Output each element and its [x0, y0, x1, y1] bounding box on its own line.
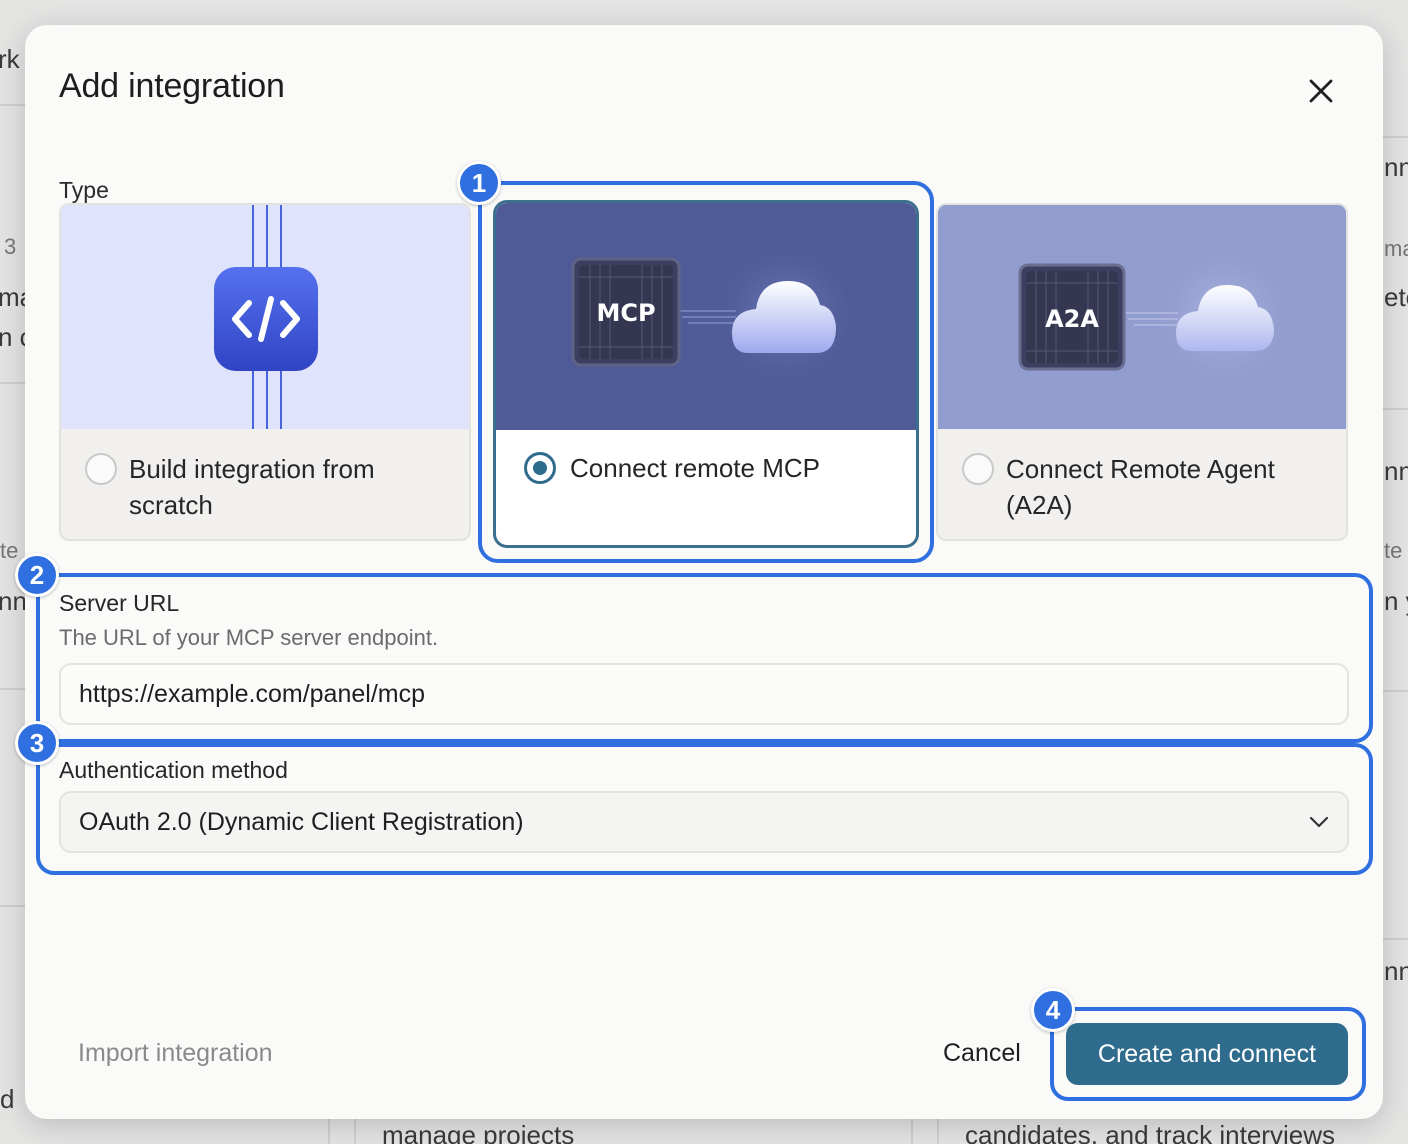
bg-divider: [937, 1119, 939, 1144]
bg-text: n y: [1384, 586, 1408, 616]
bg-divider: [911, 1119, 913, 1144]
add-integration-dialog: Add integration Type Build integration f…: [15, 25, 1383, 1119]
callout-badge-1: 1: [457, 161, 501, 205]
card-body: Connect Remote Agent (A2A): [938, 429, 1346, 539]
bg-text: ete: [1384, 282, 1408, 312]
bg-text: d: [0, 1084, 15, 1114]
bg-text: te: [1384, 538, 1403, 563]
server-url-label: Server URL: [59, 590, 180, 616]
bg-divider: [1383, 408, 1408, 410]
bg-text: te: [0, 538, 19, 563]
chevron-down-icon: [1309, 816, 1329, 828]
bg-text: 3: [4, 234, 17, 259]
radio-scratch[interactable]: [85, 453, 117, 485]
server-url-input[interactable]: [59, 663, 1349, 725]
auth-method-select[interactable]: OAuth 2.0 (Dynamic Client Registration): [59, 791, 1349, 853]
bg-text: nn: [1384, 956, 1408, 986]
bg-divider: [1383, 136, 1408, 138]
scratch-illustration: [61, 205, 469, 429]
card-body: Connect remote MCP: [496, 430, 916, 545]
type-card-scratch[interactable]: Build integration from scratch: [59, 203, 471, 541]
mcp-illustration: MCP: [496, 203, 916, 430]
bg-text: nn: [1384, 456, 1408, 486]
bg-text: candidates, and track interviews: [965, 1120, 1335, 1144]
callout-badge-2: 2: [15, 553, 59, 597]
type-card-mcp[interactable]: MCP Connect remote MCP: [493, 200, 919, 548]
card-label: Build integration from scratch: [129, 454, 375, 520]
auth-method-value: OAuth 2.0 (Dynamic Client Registration): [79, 807, 524, 836]
bg-divider: [0, 905, 25, 907]
bg-divider: [0, 104, 25, 106]
server-url-help: The URL of your MCP server endpoint.: [59, 625, 439, 650]
cancel-button[interactable]: Cancel: [931, 1025, 1033, 1081]
dialog-title: Add integration: [59, 67, 285, 105]
bg-divider: [1383, 938, 1408, 940]
bg-text: rk: [0, 44, 20, 74]
bg-text: ma: [1384, 236, 1408, 261]
bg-divider: [0, 688, 25, 690]
bg-text: nn: [1384, 152, 1408, 182]
card-label: Connect remote MCP: [570, 453, 820, 483]
bg-divider: [354, 1119, 356, 1144]
type-label: Type: [59, 177, 109, 203]
auth-method-label: Authentication method: [59, 757, 288, 783]
close-icon: [1309, 79, 1333, 103]
bg-text: manage projects: [382, 1120, 575, 1144]
mcp-chip-label: MCP: [596, 299, 655, 327]
callout-badge-4: 4: [1031, 988, 1075, 1032]
close-button[interactable]: [1301, 71, 1341, 111]
callout-badge-3: 3: [15, 721, 59, 765]
radio-a2a[interactable]: [962, 453, 994, 485]
create-and-connect-button[interactable]: Create and connect: [1066, 1023, 1348, 1085]
a2a-chip-label: A2A: [1045, 305, 1099, 333]
a2a-illustration: A2A: [938, 205, 1346, 429]
card-label: Connect Remote Agent (A2A): [1006, 454, 1275, 520]
bg-divider: [0, 382, 25, 384]
import-integration-link[interactable]: Import integration: [78, 1039, 273, 1068]
type-card-a2a[interactable]: A2A Connect Remote Agent (A2A): [936, 203, 1348, 541]
bg-divider: [1383, 690, 1408, 692]
bg-divider: [328, 1119, 330, 1144]
card-body: Build integration from scratch: [61, 429, 469, 539]
radio-mcp[interactable]: [524, 452, 556, 484]
